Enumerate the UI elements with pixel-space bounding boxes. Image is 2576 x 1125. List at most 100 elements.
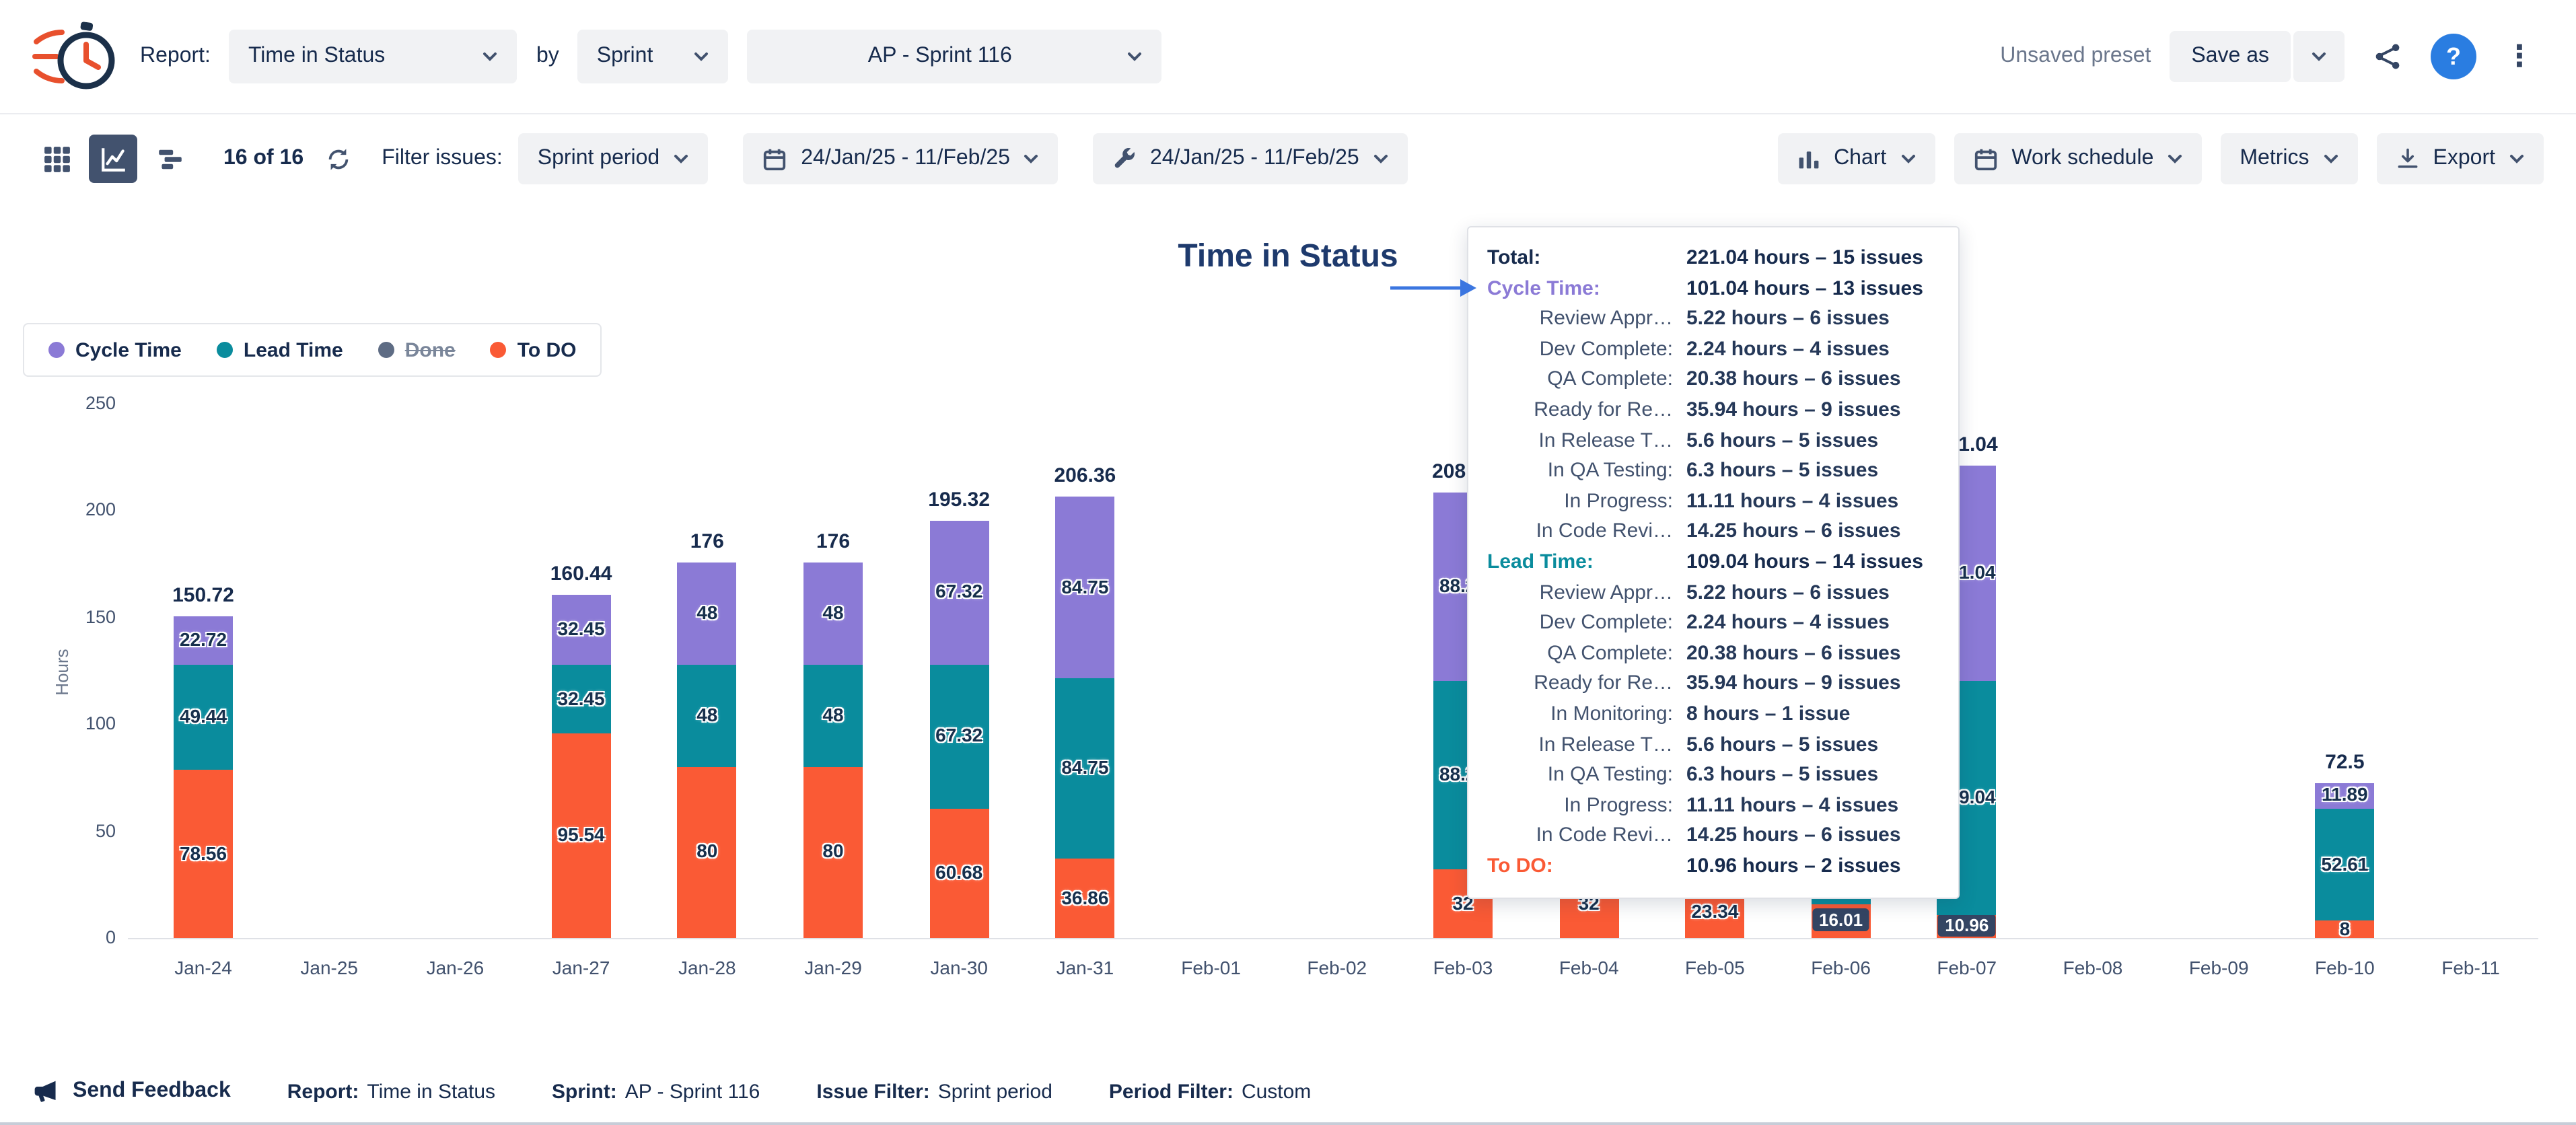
tooltip-row-value: 5.22 hours – 6 issues — [1686, 578, 1890, 608]
chart-type-select[interactable]: Chart — [1777, 133, 1935, 184]
grid-view-button[interactable] — [32, 135, 81, 183]
calendar-icon — [1972, 146, 1998, 172]
issue-count: 16 of 16 — [223, 147, 303, 171]
tooltip-row-value: 20.38 hours – 6 issues — [1686, 639, 1901, 669]
tooltip-row-label: Lead Time: — [1487, 548, 1686, 578]
preset-status: Unsaved preset — [2000, 44, 2151, 69]
bar-segment-label: 80 — [822, 840, 843, 862]
tooltip-row-label: In QA Testing: — [1487, 456, 1686, 486]
bar-total-label: 176 — [816, 530, 850, 552]
tooltip-row-label: Review Appr… — [1487, 578, 1686, 608]
bar-total-label: 206.36 — [1054, 465, 1116, 488]
more-options-button[interactable]: ⋮ — [2495, 32, 2544, 81]
tooltip-row-dev-complete: Dev Complete:2.24 hours – 4 issues — [1487, 608, 1939, 639]
bar-segment-label: 52.61 — [2321, 852, 2368, 874]
footer: Send Feedback Report:Time in StatusSprin… — [0, 1060, 2576, 1125]
help-button[interactable]: ? — [2431, 34, 2476, 79]
report-type-value: Time in Status — [248, 44, 469, 69]
report-label: Report: — [140, 44, 211, 69]
bar-total-label: 72.5 — [2325, 751, 2364, 774]
custom-period-select[interactable]: 24/Jan/25 - 11/Feb/25 — [1094, 133, 1408, 184]
bar-segment-label: 67.32 — [935, 581, 982, 602]
chart-view-button[interactable] — [89, 135, 137, 183]
tooltip-row-label: Dev Complete: — [1487, 608, 1686, 639]
tooltip-row-cycle-time: Cycle Time:101.04 hours – 13 issues — [1487, 274, 1939, 304]
tooltip-row-value: 5.6 hours – 5 issues — [1686, 426, 1878, 456]
tooltip-row-in-release-t: In Release T…5.6 hours – 5 issues — [1487, 426, 1939, 456]
tooltip-row-in-release-t: In Release T…5.6 hours – 5 issues — [1487, 730, 1939, 760]
tooltip-row-label: In Progress: — [1487, 791, 1686, 821]
metrics-select[interactable]: Metrics — [2221, 133, 2357, 184]
refresh-button[interactable] — [320, 135, 357, 183]
bar-total-label: 160.44 — [550, 562, 612, 585]
tooltip-row-value: 14.25 hours – 6 issues — [1686, 517, 1901, 548]
share-button[interactable] — [2363, 32, 2412, 81]
tooltip-row-label: Dev Complete: — [1487, 335, 1686, 365]
tooltip-row-to-do: To DO:10.96 hours – 2 issues — [1487, 852, 1939, 882]
x-axis-label: Jan-28 — [644, 957, 771, 978]
bar-segment-label: 48 — [822, 601, 843, 622]
footer-summary-item: Sprint:AP - Sprint 116 — [552, 1080, 760, 1103]
tooltip-row-in-code-revi: In Code Revi…14.25 hours – 6 issues — [1487, 517, 1939, 548]
export-select[interactable]: Export — [2377, 133, 2544, 184]
chevron-down-icon — [2509, 153, 2525, 164]
bar-segment-label: 48 — [696, 704, 717, 725]
bar-segment-label: 48 — [696, 601, 717, 622]
tooltip-row-value: 2.24 hours – 4 issues — [1686, 335, 1890, 365]
work-schedule-select[interactable]: Work schedule — [1954, 133, 2202, 184]
x-axis-label: Jan-29 — [770, 957, 896, 978]
tooltip-row-label: In Release T… — [1487, 730, 1686, 760]
tooltip-row-qa-complete: QA Complete:20.38 hours – 6 issues — [1487, 639, 1939, 669]
footer-summary-label: Issue Filter: — [816, 1080, 929, 1103]
x-axis-label: Feb-06 — [1778, 957, 1904, 978]
tooltip-row-in-qa-testing: In QA Testing:6.3 hours – 5 issues — [1487, 760, 1939, 791]
tooltip-row-label: QA Complete: — [1487, 365, 1686, 396]
x-axis-label: Feb-04 — [1526, 957, 1652, 978]
filter-issues-label: Filter issues: — [382, 147, 503, 171]
tooltip-row-value: 109.04 hours – 14 issues — [1686, 548, 1923, 578]
more-options-icon: ⋮ — [2505, 39, 2534, 74]
save-as-menu-button[interactable] — [2293, 31, 2345, 82]
tooltip-row-value: 101.04 hours – 13 issues — [1686, 274, 1923, 304]
tooltip-row-label: Cycle Time: — [1487, 274, 1686, 304]
save-as-split-button: Save as — [2170, 31, 2345, 82]
footer-summary-label: Report: — [287, 1080, 359, 1103]
x-axis-label: Feb-11 — [2408, 957, 2534, 978]
tooltip-row-value: 221.04 hours – 15 issues — [1686, 244, 1923, 274]
bar-segment-label: 10.96 — [1938, 914, 1995, 937]
chevron-down-icon — [2323, 153, 2339, 164]
tooltip-row-value: 20.38 hours – 6 issues — [1686, 365, 1901, 396]
date-range-select[interactable]: 24/Jan/25 - 11/Feb/25 — [743, 133, 1059, 184]
work-schedule-value: Work schedule — [2011, 147, 2153, 171]
tooltip-row-value: 5.6 hours – 5 issues — [1686, 730, 1878, 760]
tooltip-row-label: In Release T… — [1487, 426, 1686, 456]
timeline-view-button[interactable] — [145, 135, 194, 183]
issue-filter-value: Sprint period — [538, 147, 659, 171]
report-type-select[interactable]: Time in Status — [229, 30, 517, 83]
send-feedback-button[interactable]: Send Feedback — [32, 1079, 231, 1104]
save-as-button[interactable]: Save as — [2170, 31, 2291, 82]
x-axis-label: Feb-09 — [2155, 957, 2282, 978]
tooltip-row-label: In Code Revi… — [1487, 517, 1686, 548]
bar-chart-icon — [1796, 147, 1820, 171]
bar-segment-label: 23.34 — [1691, 901, 1738, 922]
toolbar-right: Chart Work schedule Metrics Export — [1777, 133, 2544, 184]
footer-summary-label: Period Filter: — [1109, 1080, 1233, 1103]
tooltip-row-value: 5.22 hours – 6 issues — [1686, 304, 1890, 334]
download-icon — [2396, 147, 2420, 171]
bar-segment-label: 32.45 — [558, 687, 605, 709]
chevron-down-icon — [1024, 153, 1040, 164]
x-axis-label: Feb-01 — [1148, 957, 1275, 978]
tooltip-row-lead-time: Lead Time:109.04 hours – 14 issues — [1487, 548, 1939, 578]
view-switcher — [32, 135, 194, 183]
timeline-view-icon — [155, 145, 184, 173]
annotation-arrow-icon — [1389, 276, 1478, 300]
sprint-select[interactable]: AP - Sprint 116 — [748, 30, 1162, 83]
tooltip-row-qa-complete: QA Complete:20.38 hours – 6 issues — [1487, 365, 1939, 396]
chart-tooltip: Total:221.04 hours – 15 issuesCycle Time… — [1467, 226, 1960, 900]
bar-segment-label: 36.86 — [1061, 886, 1108, 908]
group-by-select[interactable]: Sprint — [578, 30, 729, 83]
metrics-value: Metrics — [2240, 147, 2309, 171]
tooltip-row-in-monitoring: In Monitoring:8 hours – 1 issue — [1487, 700, 1939, 730]
issue-filter-select[interactable]: Sprint period — [519, 133, 708, 184]
